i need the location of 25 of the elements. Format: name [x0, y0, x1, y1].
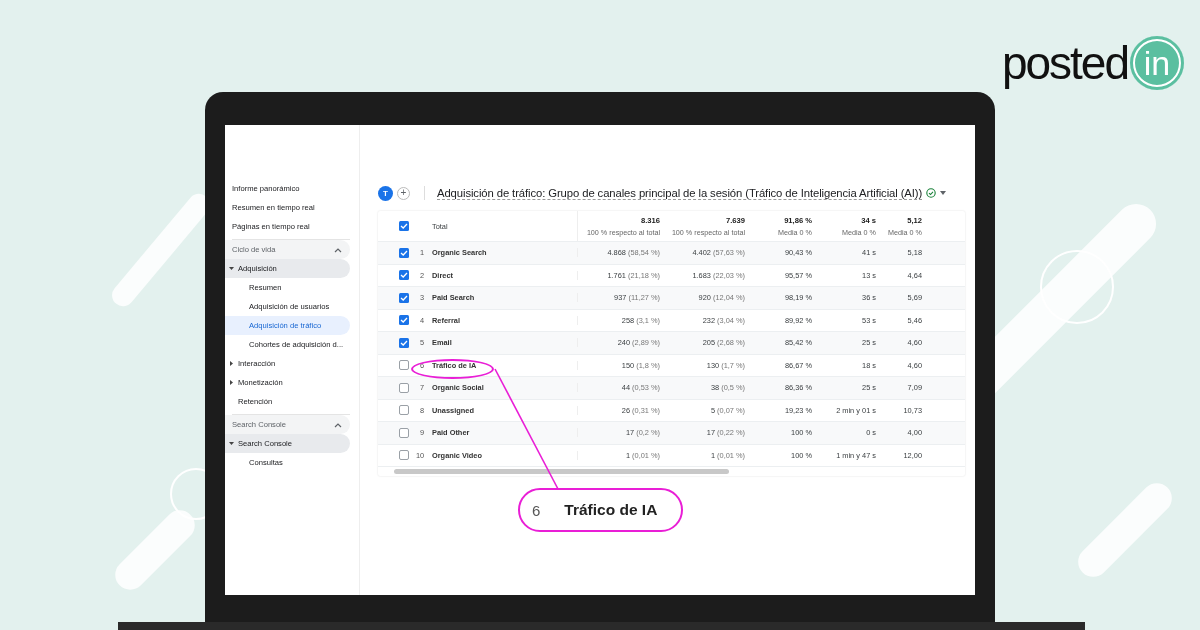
chevron-up-icon[interactable] — [334, 246, 342, 253]
checkbox[interactable] — [399, 337, 409, 348]
caret-right-icon[interactable] — [228, 361, 234, 366]
checkbox[interactable] — [399, 221, 409, 231]
checkbox[interactable] — [399, 382, 409, 393]
checkbox[interactable] — [399, 405, 409, 416]
callout-number: 6 — [532, 501, 541, 519]
checkbox[interactable] — [399, 360, 409, 371]
logo-badge: in — [1130, 36, 1184, 90]
caret-down-icon[interactable] — [228, 266, 234, 271]
checkbox[interactable] — [399, 315, 409, 326]
caret-right-icon[interactable] — [228, 380, 234, 385]
callout-label: Tráfico de IA — [564, 501, 658, 519]
add-button[interactable]: + — [397, 186, 410, 200]
scrollbar[interactable] — [394, 469, 729, 474]
check-circle-icon[interactable] — [926, 188, 937, 198]
checkbox[interactable] — [399, 247, 409, 258]
report-title[interactable]: Adquisición de tráfico: Grupo de canales principal de la sesión (Tráfico de Inteligencia Artificial (AI)) — [437, 186, 923, 200]
chevron-up-icon[interactable] — [334, 421, 342, 428]
checkbox[interactable] — [399, 292, 409, 303]
checkbox[interactable] — [399, 427, 409, 438]
caret-down-icon[interactable] — [228, 441, 234, 446]
checkbox[interactable] — [399, 450, 409, 461]
avatar[interactable]: T — [378, 185, 393, 201]
checkbox[interactable] — [399, 270, 409, 281]
